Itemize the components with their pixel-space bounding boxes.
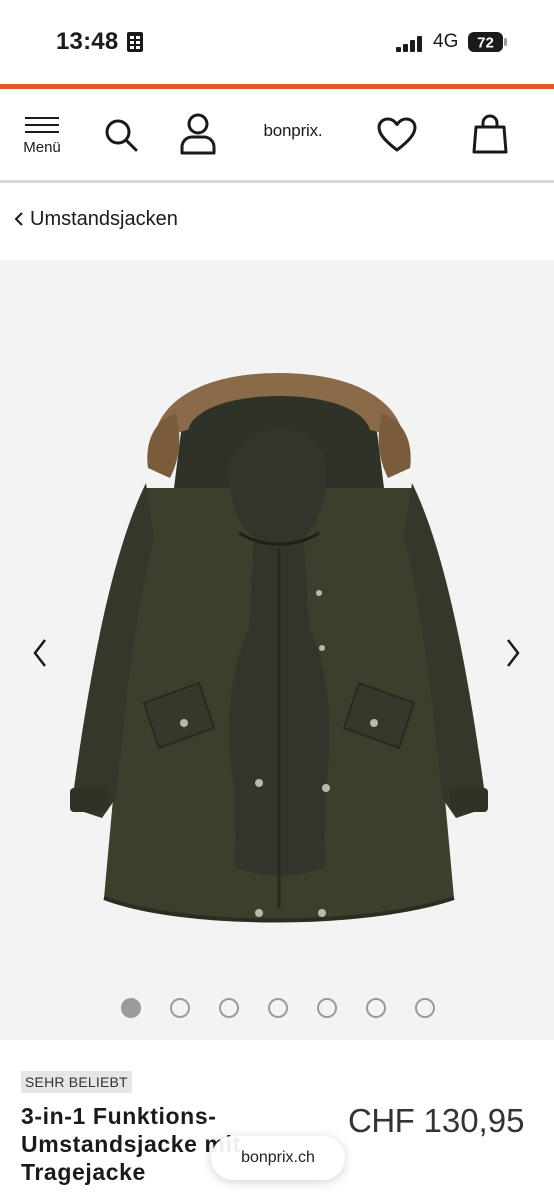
chevron-right-icon [507,639,520,667]
gallery-dot[interactable] [169,998,190,1018]
cellular-signal-icon [396,36,422,52]
product-image-parka[interactable] [64,368,494,938]
gallery-dot[interactable] [120,998,141,1018]
status-bar: 13:48 4G 72 [0,0,554,84]
gallery-dot[interactable] [267,998,288,1018]
user-icon [180,113,216,155]
breadcrumb[interactable]: Umstandsjacken [14,204,178,234]
shopping-bag-icon [472,114,508,154]
bonprix-logo[interactable]: bonprix. [252,121,334,141]
menu-label: Menü [23,139,61,156]
wishlist-button[interactable] [374,113,420,157]
network-type: 4G [433,31,459,52]
hamburger-icon [25,117,59,133]
product-price: CHF 130,95 [348,1102,524,1140]
gallery-dot[interactable] [365,998,386,1018]
account-button[interactable] [176,111,220,157]
battery-level: 72 [477,35,494,52]
search-icon [105,119,138,152]
cart-button[interactable] [468,111,512,157]
battery-icon: 72 [468,32,507,52]
next-image-button[interactable] [498,635,528,671]
status-time: 13:48 [56,28,119,55]
product-gallery[interactable] [0,260,554,1040]
site-header: Menü bonprix. [0,89,554,182]
gallery-dot[interactable] [218,998,239,1018]
browser-address-pill[interactable]: bonprix.ch [211,1136,345,1180]
sim-card-icon [127,32,143,52]
chevron-left-icon [14,212,23,226]
header-divider [0,180,554,183]
gallery-pagination [0,998,554,1018]
heart-icon [377,117,417,152]
price-currency: CHF [348,1102,415,1139]
chevron-left-icon [33,639,46,667]
breadcrumb-label: Umstandsjacken [30,207,178,230]
status-badge: SEHR BELIEBT [21,1071,132,1093]
price-value: 130,95 [423,1102,525,1139]
gallery-dot[interactable] [316,998,337,1018]
search-button[interactable] [100,113,142,157]
gallery-dot[interactable] [414,998,435,1018]
previous-image-button[interactable] [25,635,55,671]
product-title-line: 3-in-1 Funktions- [21,1103,217,1129]
menu-button[interactable]: Menü [16,115,68,161]
